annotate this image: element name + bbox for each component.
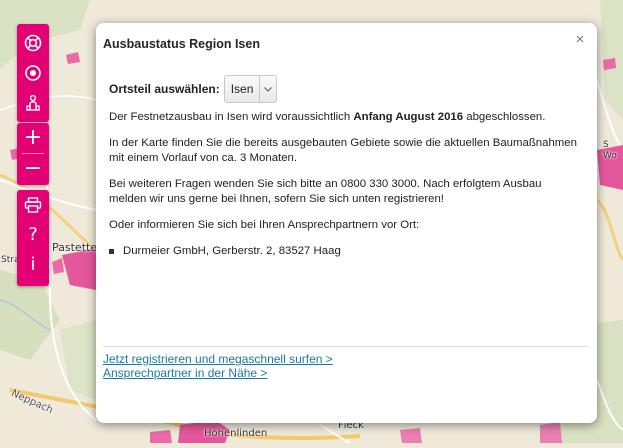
print-button[interactable] bbox=[17, 190, 49, 220]
person-info-icon bbox=[26, 94, 40, 111]
chevron-down-icon bbox=[259, 76, 276, 102]
dialog-body: Ortsteil auswählen: Isen Der Festnetzaus… bbox=[109, 73, 579, 259]
map-label-hohenlinden: Hohenlinden bbox=[204, 428, 268, 439]
local-contacts-intro: Oder informieren Sie sich bei Ihren Ansp… bbox=[109, 219, 420, 231]
close-icon[interactable]: × bbox=[572, 32, 588, 48]
contact-nearby-link[interactable]: Ansprechpartner in der Nähe > bbox=[103, 366, 588, 380]
register-link[interactable]: Jetzt registrieren und megaschnell surfe… bbox=[103, 352, 588, 366]
dialog-footer: Jetzt registrieren und megaschnell surfe… bbox=[103, 346, 588, 380]
ortsteil-select-value: Isen bbox=[230, 82, 254, 96]
status-dialog: Ausbaustatus Region Isen × Ortsteil ausw… bbox=[96, 23, 597, 423]
zoom-in-button[interactable]: + bbox=[17, 123, 49, 153]
bullet-icon bbox=[109, 249, 114, 254]
ortsteil-row: Ortsteil auswählen: Isen bbox=[109, 73, 579, 105]
locate-button[interactable] bbox=[17, 58, 49, 88]
toolbar-tools bbox=[17, 24, 49, 122]
contact-address: Durmeier GmbH, Gerberstr. 2, 83527 Haag bbox=[123, 245, 341, 257]
ortsteil-label: Ortsteil auswählen: bbox=[109, 81, 220, 96]
toolbar-zoom: + − bbox=[17, 123, 49, 185]
completion-text: Der Festnetzausbau in Isen wird voraussi… bbox=[109, 111, 546, 123]
help-icon: ? bbox=[28, 224, 38, 245]
zoom-in-icon: + bbox=[23, 125, 43, 150]
print-icon bbox=[24, 197, 42, 213]
zoom-out-button[interactable]: − bbox=[17, 154, 49, 184]
toolbar-extra: ? i bbox=[17, 190, 49, 286]
completion-date: Anfang August 2016 bbox=[353, 111, 464, 123]
help-button[interactable]: ? bbox=[17, 220, 49, 250]
map-label-so: S Wo bbox=[603, 140, 617, 161]
lifebuoy-button[interactable] bbox=[17, 28, 49, 58]
person-info-button[interactable] bbox=[17, 88, 49, 118]
dialog-title: Ausbaustatus Region Isen bbox=[103, 37, 260, 51]
zoom-out-icon: − bbox=[23, 156, 43, 181]
map-info-text: In der Karte finden Sie die bereits ausg… bbox=[109, 137, 577, 164]
locate-icon bbox=[25, 65, 41, 81]
lifebuoy-icon bbox=[24, 34, 42, 52]
info-button[interactable]: i bbox=[17, 250, 49, 280]
info-icon: i bbox=[30, 254, 36, 275]
list-item: Durmeier GmbH, Gerberstr. 2, 83527 Haag bbox=[109, 244, 579, 259]
contact-info-text: Bei weiteren Fragen wenden Sie sich bitt… bbox=[109, 178, 542, 205]
ortsteil-select[interactable]: Isen bbox=[223, 75, 278, 103]
